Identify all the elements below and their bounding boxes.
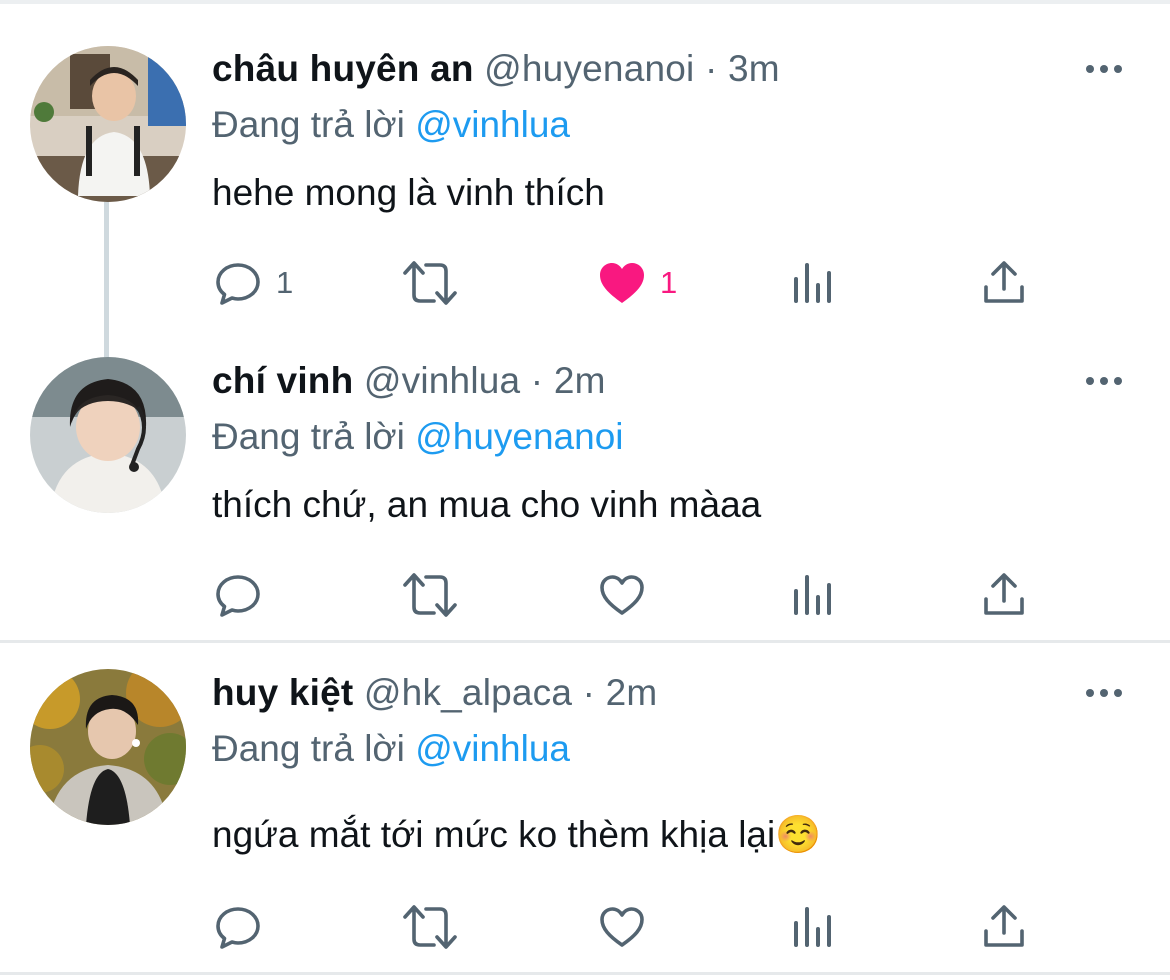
mention-link[interactable]: @vinhlua	[415, 104, 570, 145]
tweet-text: thích chứ, an mua cho vinh màaa	[212, 484, 762, 525]
retweet-icon	[403, 905, 457, 949]
tweet-header: châu huyên an @huyenanoi · 3m	[212, 48, 780, 90]
more-icon[interactable]	[1086, 678, 1128, 708]
heart-outline-icon	[600, 907, 644, 947]
reply-count: 1	[276, 265, 294, 300]
reply-button[interactable]	[214, 570, 276, 620]
tweet-divider	[0, 972, 1170, 975]
replying-to: Đang trả lời @vinhlua	[212, 104, 570, 146]
tweet-text: hehe mong là vinh thích	[212, 172, 605, 213]
avatar[interactable]	[30, 357, 186, 513]
action-bar	[0, 902, 1170, 952]
like-button[interactable]	[598, 902, 660, 952]
replying-to-label: Đang trả lời	[212, 104, 405, 145]
mention-link[interactable]: @huyenanoi	[415, 416, 623, 457]
avatar[interactable]	[30, 669, 186, 825]
display-name[interactable]: châu huyên an	[212, 48, 474, 89]
reply-icon	[216, 907, 260, 949]
analytics-button[interactable]	[792, 570, 834, 620]
tweet-text: ngứa mắt tới mức ko thèm khịa lại☺️	[212, 814, 822, 855]
separator-dot: ·	[582, 672, 596, 713]
timestamp[interactable]: 2m	[554, 360, 606, 401]
share-icon	[984, 261, 1024, 303]
share-button[interactable]	[982, 902, 1026, 952]
display-name[interactable]: huy kiệt	[212, 672, 353, 713]
timestamp[interactable]: 3m	[728, 48, 780, 89]
retweet-button[interactable]	[402, 902, 458, 952]
replying-to-label: Đang trả lời	[212, 416, 405, 457]
timestamp[interactable]: 2m	[606, 672, 658, 713]
share-icon	[984, 905, 1024, 947]
action-bar: 1 1	[0, 258, 1170, 308]
user-handle[interactable]: @hk_alpaca	[364, 672, 572, 713]
more-icon[interactable]	[1086, 366, 1128, 396]
user-handle[interactable]: @vinhlua	[364, 360, 520, 401]
share-button[interactable]	[982, 570, 1026, 620]
mention-link[interactable]: @vinhlua	[415, 728, 570, 769]
tweet[interactable]: châu huyên an @huyenanoi · 3m Đang trả l…	[0, 0, 1170, 330]
heart-outline-icon	[600, 575, 644, 615]
reply-button[interactable]: 1	[214, 258, 293, 308]
share-icon	[984, 573, 1024, 615]
share-button[interactable]	[982, 258, 1026, 308]
tweet-header: huy kiệt @hk_alpaca · 2m	[212, 672, 657, 714]
user-handle[interactable]: @huyenanoi	[484, 48, 694, 89]
more-icon[interactable]	[1086, 54, 1128, 84]
analytics-icon	[794, 907, 831, 947]
tweet-header: chí vinh @vinhlua · 2m	[212, 360, 606, 402]
tweet[interactable]: chí vinh @vinhlua · 2m Đang trả lời @huy…	[0, 312, 1170, 642]
separator-dot: ·	[530, 360, 544, 401]
replying-to: Đang trả lời @huyenanoi	[212, 416, 624, 458]
replying-to-label: Đang trả lời	[212, 728, 405, 769]
analytics-icon	[794, 575, 831, 615]
reply-button[interactable]	[214, 902, 276, 952]
tweet[interactable]: huy kiệt @hk_alpaca · 2m Đang trả lời @v…	[0, 624, 1170, 974]
separator-dot: ·	[704, 48, 718, 89]
avatar[interactable]	[30, 46, 186, 202]
retweet-button[interactable]	[402, 258, 458, 308]
heart-filled-icon	[600, 263, 644, 303]
reply-icon	[216, 575, 260, 617]
retweet-button[interactable]	[402, 570, 458, 620]
reply-icon	[216, 263, 260, 305]
like-button[interactable]: 1	[598, 258, 677, 308]
display-name[interactable]: chí vinh	[212, 360, 353, 401]
like-count: 1	[660, 265, 678, 300]
like-button[interactable]	[598, 570, 660, 620]
replying-to: Đang trả lời @vinhlua	[212, 728, 570, 770]
analytics-icon	[794, 263, 831, 303]
analytics-button[interactable]	[792, 258, 834, 308]
analytics-button[interactable]	[792, 902, 834, 952]
retweet-icon	[403, 573, 457, 617]
action-bar	[0, 570, 1170, 620]
retweet-icon	[403, 261, 457, 305]
